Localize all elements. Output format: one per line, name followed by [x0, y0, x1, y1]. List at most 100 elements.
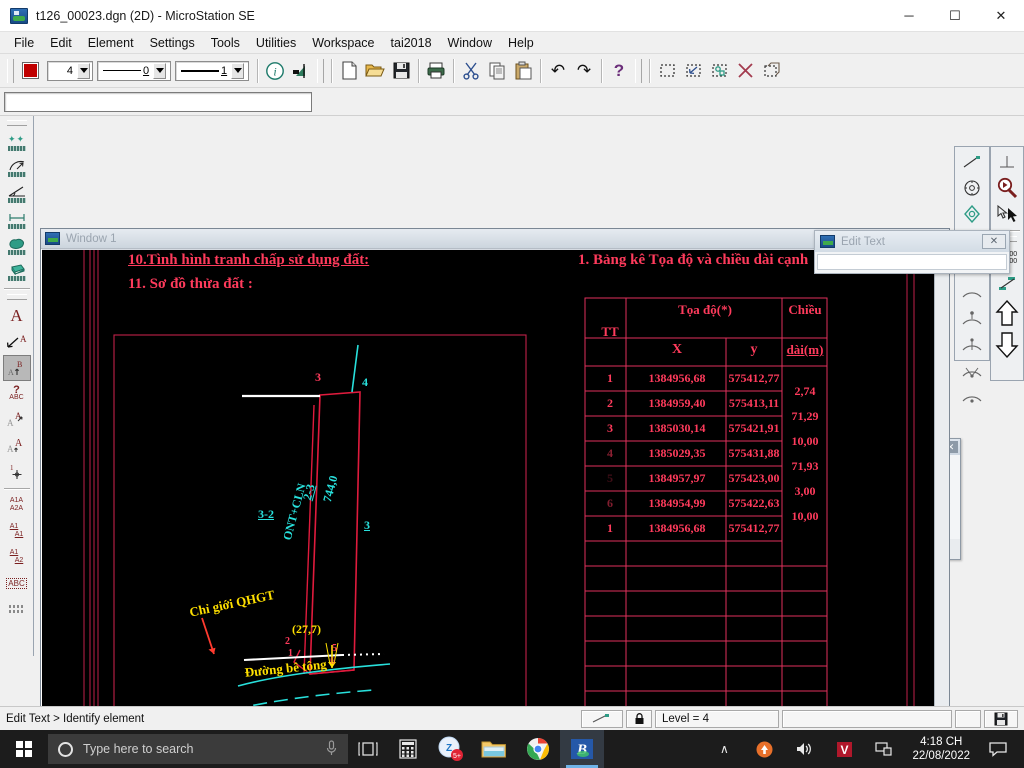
menu-tools[interactable]: Tools: [203, 34, 248, 52]
info-button[interactable]: i: [262, 58, 288, 84]
taskbar-search-box[interactable]: Type here to search: [48, 734, 348, 764]
calculator-icon[interactable]: [388, 730, 428, 768]
active-color-swatch[interactable]: [17, 58, 43, 84]
move-up-tool[interactable]: [993, 297, 1021, 329]
chevron-down-icon[interactable]: [231, 62, 245, 79]
toolbar-grip[interactable]: [7, 58, 14, 83]
security-icon[interactable]: V: [824, 730, 864, 768]
undo-button[interactable]: ↶: [545, 58, 571, 84]
taskbar-clock[interactable]: 4:18 CH 22/08/2022: [904, 735, 978, 763]
copy-button[interactable]: [484, 58, 510, 84]
snap-point-on-tool[interactable]: [958, 357, 986, 383]
menu-utilities[interactable]: Utilities: [248, 34, 304, 52]
redo-button[interactable]: ↷: [571, 58, 597, 84]
measure-radius-tool[interactable]: [3, 155, 31, 181]
place-fence-button[interactable]: [654, 58, 680, 84]
snap-parallel-tool[interactable]: [958, 305, 986, 331]
toolbar-grip[interactable]: [635, 58, 642, 83]
measure-angle-tool[interactable]: [3, 181, 31, 207]
level-combo[interactable]: 4: [47, 60, 93, 81]
copy-enter-data-field-tool[interactable]: A1A A2A: [3, 492, 31, 518]
chevron-down-icon[interactable]: [153, 62, 167, 79]
copy-increment-enter-data-tool[interactable]: A1 A2: [3, 544, 31, 570]
chevron-down-icon[interactable]: [77, 62, 90, 79]
view-window-title-bar[interactable]: Window 1: [41, 229, 949, 249]
delete-fence-button[interactable]: [732, 58, 758, 84]
save-file-button[interactable]: [388, 58, 414, 84]
snap-perpendicular-tool[interactable]: [958, 279, 986, 305]
fill-in-single-enter-data-tool[interactable]: ABC: [3, 570, 31, 596]
start-button[interactable]: [0, 730, 48, 768]
palette-grip[interactable]: [6, 294, 27, 300]
copy-increment-text-tool[interactable]: A1 A1: [3, 518, 31, 544]
microphone-icon[interactable]: [325, 739, 348, 759]
maximize-button[interactable]: ☐: [932, 0, 978, 32]
menu-tai2018[interactable]: tai2018: [383, 34, 440, 52]
menu-edit[interactable]: Edit: [42, 34, 80, 52]
open-file-button[interactable]: [362, 58, 388, 84]
toolbar-grip[interactable]: [317, 58, 324, 83]
move-down-tool[interactable]: [993, 329, 1021, 361]
measure-volume-tool[interactable]: [3, 259, 31, 285]
linestyle-combo[interactable]: 0: [97, 60, 171, 81]
paste-button[interactable]: [510, 58, 536, 84]
modify-fence-button[interactable]: [680, 58, 706, 84]
manipulate-fence-button[interactable]: [706, 58, 732, 84]
cut-button[interactable]: [458, 58, 484, 84]
place-node-tool[interactable]: 1: [3, 459, 31, 485]
menu-file[interactable]: File: [6, 34, 42, 52]
edit-text-tool[interactable]: BA: [2, 355, 31, 381]
lineweight-combo[interactable]: 1: [175, 60, 249, 81]
print-button[interactable]: [423, 58, 449, 84]
display-text-attributes-tool[interactable]: ? ABC: [3, 381, 31, 407]
zoom-tool[interactable]: [993, 175, 1021, 201]
minimize-button[interactable]: ─: [886, 0, 932, 32]
analyze-element-button[interactable]: [288, 58, 314, 84]
show-hidden-icons[interactable]: ∧: [704, 730, 744, 768]
drawing-canvas[interactable]: 10.Tình hình tranh chấp sử dụng đất: 11.…: [42, 250, 948, 706]
snap-multi-tool[interactable]: [958, 383, 986, 409]
drop-fence-button[interactable]: [758, 58, 784, 84]
microstation-icon[interactable]: B: [560, 730, 604, 768]
edit-text-dialog-title-bar[interactable]: Edit Text ✕: [815, 231, 1009, 252]
volume-icon[interactable]: [784, 730, 824, 768]
notifications-icon[interactable]: [978, 730, 1018, 768]
new-file-button[interactable]: [336, 58, 362, 84]
network-icon[interactable]: [864, 730, 904, 768]
snap-center-tool[interactable]: [958, 201, 986, 227]
place-note-tool[interactable]: A: [3, 329, 31, 355]
keyin-input[interactable]: [4, 91, 312, 112]
zalo-icon[interactable]: Z 5+: [428, 730, 472, 768]
palette-grip[interactable]: [6, 120, 27, 126]
level-indicator[interactable]: Level = 4: [655, 709, 779, 728]
match-text-attributes-tool[interactable]: AA: [3, 407, 31, 433]
close-icon[interactable]: ✕: [982, 234, 1006, 249]
menu-window[interactable]: Window: [440, 34, 500, 52]
chrome-icon[interactable]: [516, 730, 560, 768]
menu-element[interactable]: Element: [80, 34, 142, 52]
menu-workspace[interactable]: Workspace: [304, 34, 382, 52]
lock-icon[interactable]: [626, 709, 652, 728]
update-icon[interactable]: [744, 730, 784, 768]
snap-icon[interactable]: [581, 709, 623, 728]
change-text-attributes-tool[interactable]: AA: [3, 433, 31, 459]
snap-keypoint-tool[interactable]: [958, 175, 986, 201]
measure-tool[interactable]: [993, 271, 1021, 297]
snap-through-point-tool[interactable]: [958, 331, 986, 357]
view-vertical-scrollbar[interactable]: ▲ ▼: [934, 250, 949, 706]
close-button[interactable]: ✕: [978, 0, 1024, 32]
edit-text-field[interactable]: [817, 254, 1007, 270]
measure-area-tool[interactable]: [3, 233, 31, 259]
file-explorer-icon[interactable]: [472, 730, 516, 768]
measure-length-tool[interactable]: [3, 207, 31, 233]
help-button[interactable]: ?: [606, 58, 632, 84]
taskview-icon[interactable]: [348, 730, 388, 768]
menu-help[interactable]: Help: [500, 34, 542, 52]
auto-fill-in-enter-data-tool[interactable]: [3, 596, 31, 622]
snap-nearest-tool[interactable]: [958, 149, 986, 175]
menu-settings[interactable]: Settings: [142, 34, 203, 52]
save-icon[interactable]: [984, 709, 1018, 728]
measure-distance-tool[interactable]: ✦✦: [3, 129, 31, 155]
element-selection-tool[interactable]: [993, 201, 1021, 227]
place-text-tool[interactable]: A: [3, 303, 31, 329]
